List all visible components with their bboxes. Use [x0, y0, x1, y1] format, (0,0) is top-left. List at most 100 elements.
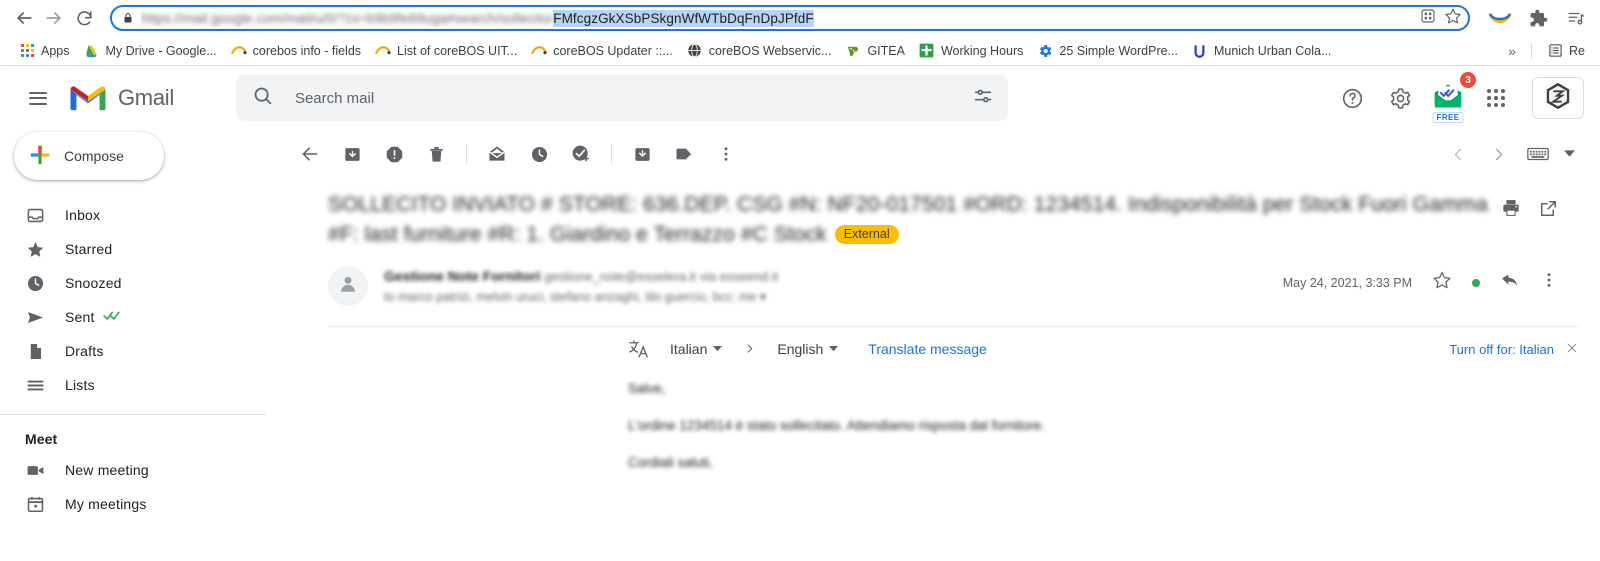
inbox-icon: [25, 205, 45, 225]
back-to-inbox-icon[interactable]: [290, 134, 330, 174]
green-status-dot: [1472, 278, 1480, 287]
bookmark-star-icon[interactable]: [1444, 7, 1462, 30]
account-avatar[interactable]: [1532, 77, 1584, 119]
bookmark-working-hours[interactable]: Working Hours: [912, 40, 1030, 62]
bookmark-apps[interactable]: Apps: [12, 40, 77, 62]
url-selected-part[interactable]: FMfcgzGkXSbPSkgnWfWTbDqFnDpJPfdF: [553, 9, 814, 27]
bookmarks-divider: [1531, 42, 1533, 59]
search-input[interactable]: [292, 88, 972, 108]
sender-via: via esseend.it: [699, 269, 779, 284]
message-pagination: [1440, 136, 1600, 172]
sidebar-item-label: New meeting: [65, 462, 149, 478]
recipients-line[interactable]: to marco patrizi, melvin uruci, stefano …: [384, 289, 778, 304]
bookmark-corebos-webservice[interactable]: coreBOS Webservic...: [680, 40, 839, 62]
translate-dismiss-group: Turn off for: Italian: [1449, 341, 1578, 357]
sidebar-item-sent[interactable]: Sent: [0, 300, 280, 334]
caret-down-icon[interactable]: [1560, 136, 1578, 172]
url-text[interactable]: https://mail.google.com/mail/u/0/?zx=b9b…: [141, 9, 1414, 27]
send-icon: [25, 307, 45, 327]
chevron-down-icon[interactable]: ▾: [760, 290, 766, 304]
compose-button[interactable]: Compose: [14, 132, 164, 180]
reload-button[interactable]: [70, 4, 98, 32]
star-outline-icon[interactable]: [1432, 270, 1452, 295]
toolbar-divider: [466, 144, 467, 164]
bookmark-list-of-corebos-uit[interactable]: List of coreBOS UIT...: [368, 40, 524, 62]
bookmarks-overflow-button[interactable]: »: [1501, 40, 1523, 62]
address-bar[interactable]: https://mail.google.com/mail/u/0/?zx=b9b…: [110, 5, 1470, 31]
translate-source-lang-select[interactable]: Italian: [664, 339, 728, 359]
translate-target-lang-select[interactable]: English: [771, 339, 844, 359]
qr-code-icon[interactable]: [1420, 8, 1436, 29]
media-playlist-icon[interactable]: [1562, 4, 1590, 32]
forward-button[interactable]: [40, 4, 68, 32]
back-button[interactable]: [10, 4, 38, 32]
bookmark-gitea[interactable]: GITEA: [838, 40, 912, 62]
close-x-icon[interactable]: [1566, 341, 1578, 357]
target-lang-label: English: [777, 341, 824, 357]
sidebar-item-inbox[interactable]: Inbox: [0, 198, 280, 232]
video-camera-icon: [25, 460, 45, 480]
avatar[interactable]: [328, 266, 368, 306]
bookmark-label: 25 Simple WordPre...: [1059, 43, 1178, 58]
bookmark-25-simple-wordpress[interactable]: 25 Simple WordPre...: [1030, 40, 1185, 62]
search-mail-bar[interactable]: [235, 75, 1008, 121]
body-paragraph: Cordiali saluti,: [628, 455, 713, 470]
overflow-chevron-icon: »: [1508, 42, 1517, 59]
bookmark-munich-urban-cola[interactable]: Munich Urban Cola...: [1185, 40, 1338, 62]
google-apps-icon: [19, 43, 35, 59]
keyboard-input-tools-icon[interactable]: [1520, 136, 1556, 172]
turn-off-translate-link[interactable]: Turn off for: Italian: [1449, 342, 1554, 357]
gmail-main: Compose Inbox Starred Snoozed Sent Draft…: [0, 130, 1600, 551]
bookmarks-bar: Apps My Drive - Google... corebos info -…: [0, 36, 1600, 66]
report-spam-icon[interactable]: [374, 134, 414, 174]
delete-trash-icon[interactable]: [416, 134, 456, 174]
sidebar-item-my-meetings[interactable]: My meetings: [0, 487, 280, 521]
add-to-tasks-icon[interactable]: [561, 134, 601, 174]
more-vertical-icon[interactable]: [706, 134, 746, 174]
google-apps-grid-icon[interactable]: [1474, 76, 1518, 120]
gear-icon[interactable]: [1378, 76, 1422, 120]
translate-direction-arrow: [744, 341, 755, 357]
gmail-header-actions: 3 FREE: [1330, 72, 1584, 123]
smile-arc-extension-icon[interactable]: [1486, 4, 1514, 32]
reading-list-button[interactable]: Re: [1540, 40, 1592, 62]
labels-tag-icon[interactable]: [664, 134, 704, 174]
gear-blue-icon: [1037, 43, 1053, 59]
mark-as-unread-icon[interactable]: [477, 134, 517, 174]
next-chevron-icon[interactable]: [1480, 136, 1516, 172]
hamburger-menu-icon[interactable]: [14, 74, 62, 122]
sidebar-item-drafts[interactable]: Drafts: [0, 334, 280, 368]
message-more-vertical-icon[interactable]: [1540, 271, 1558, 294]
account-avatar-icon: [1543, 81, 1573, 116]
bookmark-label: My Drive - Google...: [105, 43, 217, 58]
search-icon[interactable]: [252, 85, 273, 111]
print-icon[interactable]: [1501, 198, 1521, 223]
help-icon[interactable]: [1330, 76, 1374, 120]
sidebar-item-starred[interactable]: Starred: [0, 232, 280, 266]
gmail-header: Gmail Search mail 3 FREE: [0, 66, 1600, 130]
snooze-clock-icon[interactable]: [519, 134, 559, 174]
mailtrack-extension-button[interactable]: 3 FREE: [1426, 72, 1476, 123]
corebos-icon: [230, 43, 247, 59]
reply-arrow-icon[interactable]: [1500, 270, 1520, 295]
search-options-icon[interactable]: [972, 85, 994, 112]
sidebar-item-lists[interactable]: Lists: [0, 368, 280, 402]
move-to-icon[interactable]: [622, 134, 662, 174]
archive-icon[interactable]: [332, 134, 372, 174]
source-lang-label: Italian: [670, 341, 708, 357]
url-blurred-part: https://mail.google.com/mail/u/0/?zx=b9b…: [141, 10, 554, 26]
translate-message-link[interactable]: Translate message: [868, 341, 987, 357]
sidebar-item-snoozed[interactable]: Snoozed: [0, 266, 280, 300]
bookmark-corebos-updater[interactable]: coreBOS Updater ::...: [524, 40, 680, 62]
gmail-logo[interactable]: Gmail: [68, 81, 174, 116]
previous-chevron-icon[interactable]: [1440, 136, 1476, 172]
puzzle-extensions-icon[interactable]: [1524, 4, 1552, 32]
bookmark-my-drive[interactable]: My Drive - Google...: [77, 40, 224, 62]
bookmark-corebos-info-fields[interactable]: corebos info - fields: [224, 40, 368, 62]
double-check-icon: [102, 309, 123, 325]
open-in-new-window-icon[interactable]: [1539, 199, 1558, 223]
gmail-logo-text: Gmail: [118, 85, 174, 110]
person-avatar-icon: [337, 273, 359, 300]
sidebar-item-label: Inbox: [65, 207, 101, 223]
sidebar-item-new-meeting[interactable]: New meeting: [0, 453, 280, 487]
